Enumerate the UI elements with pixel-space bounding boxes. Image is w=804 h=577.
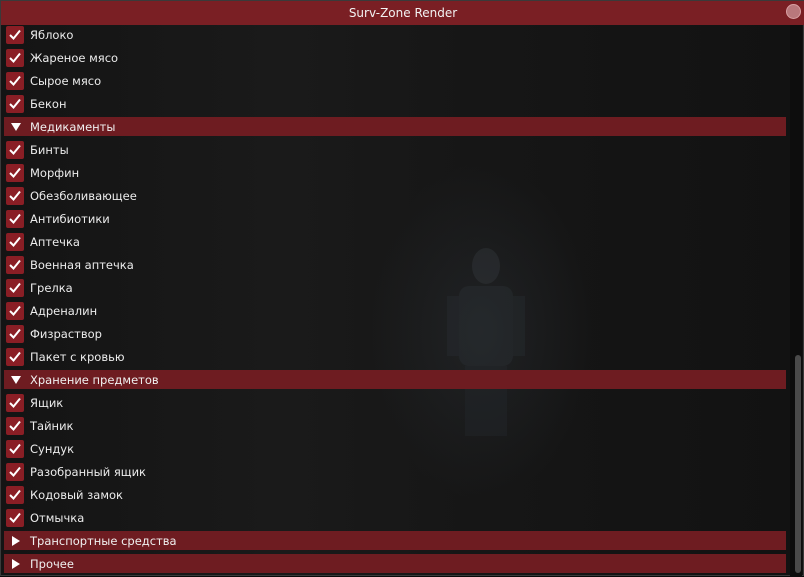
- collapsed-arrow-icon: [10, 535, 22, 547]
- section-header-other[interactable]: Прочее: [4, 554, 786, 573]
- section-label: Прочее: [30, 556, 74, 571]
- title-bar[interactable]: Surv-Zone Render: [1, 1, 804, 25]
- list-item[interactable]: Тайник: [6, 416, 73, 436]
- item-label: Военная аптечка: [30, 258, 134, 272]
- list-item[interactable]: Пакет с кровью: [6, 347, 125, 367]
- list-item[interactable]: Разобранный ящик: [6, 462, 146, 482]
- check-icon: [9, 443, 21, 454]
- list-item[interactable]: Грелка: [6, 278, 73, 298]
- list-item[interactable]: Обезболивающее: [6, 186, 137, 206]
- list-item[interactable]: Отмычка: [6, 508, 84, 528]
- item-label: Сундук: [30, 442, 75, 456]
- check-icon: [9, 466, 21, 477]
- checkbox[interactable]: [6, 509, 24, 527]
- check-icon: [9, 75, 21, 86]
- checkbox[interactable]: [6, 348, 24, 366]
- section-header-medicine[interactable]: Медикаменты: [4, 117, 786, 136]
- check-icon: [9, 282, 21, 293]
- list-item[interactable]: Ящик: [6, 393, 63, 413]
- list-item[interactable]: Военная аптечка: [6, 255, 134, 275]
- check-icon: [9, 236, 21, 247]
- item-label: Антибиотики: [30, 212, 110, 226]
- scrollbar[interactable]: [790, 25, 802, 577]
- check-icon: [9, 213, 21, 224]
- list-item[interactable]: Кодовый замок: [6, 485, 123, 505]
- item-label: Адреналин: [30, 304, 98, 318]
- expanded-arrow-icon: [10, 374, 22, 386]
- list-item[interactable]: Яблоко: [6, 25, 73, 45]
- item-label: Пакет с кровью: [30, 350, 125, 364]
- checkbox[interactable]: [6, 394, 24, 412]
- checkbox[interactable]: [6, 417, 24, 435]
- checkbox[interactable]: [6, 72, 24, 90]
- section-label: Медикаменты: [30, 119, 116, 134]
- close-button[interactable]: [786, 4, 801, 19]
- check-icon: [9, 420, 21, 431]
- check-icon: [9, 259, 21, 270]
- checkbox[interactable]: [6, 187, 24, 205]
- check-icon: [9, 167, 21, 178]
- checkbox[interactable]: [6, 26, 24, 44]
- check-icon: [9, 144, 21, 155]
- check-icon: [9, 190, 21, 201]
- checkbox[interactable]: [6, 440, 24, 458]
- check-icon: [9, 489, 21, 500]
- check-icon: [9, 52, 21, 63]
- checkbox[interactable]: [6, 256, 24, 274]
- checkbox[interactable]: [6, 49, 24, 67]
- check-icon: [9, 29, 21, 40]
- item-label: Бекон: [30, 97, 67, 111]
- item-label: Кодовый замок: [30, 488, 123, 502]
- scrollbar-thumb[interactable]: [795, 355, 801, 573]
- section-header-storage[interactable]: Хранение предметов: [4, 370, 786, 389]
- checkbox[interactable]: [6, 463, 24, 481]
- checkbox[interactable]: [6, 164, 24, 182]
- check-icon: [9, 98, 21, 109]
- checkbox[interactable]: [6, 279, 24, 297]
- item-label: Грелка: [30, 281, 73, 295]
- item-label: Тайник: [30, 419, 74, 433]
- item-label: Яблоко: [30, 28, 74, 42]
- settings-list: Яблоко Жареное мясо Сырое мясо Бекон Мед…: [1, 25, 791, 577]
- expanded-arrow-icon: [10, 121, 22, 133]
- list-item[interactable]: Сырое мясо: [6, 71, 101, 91]
- item-label: Аптечка: [30, 235, 80, 249]
- list-item[interactable]: Сундук: [6, 439, 74, 459]
- checkbox[interactable]: [6, 486, 24, 504]
- item-label: Отмычка: [30, 511, 85, 525]
- list-item[interactable]: Антибиотики: [6, 209, 110, 229]
- item-label: Физраствор: [30, 327, 102, 341]
- section-label: Транспортные средства: [30, 533, 177, 548]
- item-label: Обезболивающее: [30, 189, 137, 203]
- check-icon: [9, 512, 21, 523]
- checkbox[interactable]: [6, 302, 24, 320]
- window: Surv-Zone Render Яблоко Жареное мясо Сыр…: [0, 0, 804, 577]
- item-label: Ящик: [30, 396, 64, 410]
- checkbox[interactable]: [6, 210, 24, 228]
- section-header-vehicles[interactable]: Транспортные средства: [4, 531, 786, 550]
- list-item[interactable]: Аптечка: [6, 232, 80, 252]
- check-icon: [9, 397, 21, 408]
- window-title: Surv-Zone Render: [348, 6, 458, 20]
- list-item[interactable]: Бекон: [6, 94, 66, 114]
- list-item[interactable]: Адреналин: [6, 301, 97, 321]
- checkbox[interactable]: [6, 95, 24, 113]
- list-item[interactable]: Морфин: [6, 163, 79, 183]
- item-label: Сырое мясо: [30, 74, 102, 88]
- item-label: Бинты: [30, 143, 69, 157]
- collapsed-arrow-icon: [10, 558, 22, 570]
- list-item[interactable]: Бинты: [6, 140, 69, 160]
- check-icon: [9, 351, 21, 362]
- check-icon: [9, 328, 21, 339]
- checkbox[interactable]: [6, 233, 24, 251]
- checkbox[interactable]: [6, 141, 24, 159]
- check-icon: [9, 305, 21, 316]
- checkbox[interactable]: [6, 325, 24, 343]
- list-item[interactable]: Жареное мясо: [6, 48, 118, 68]
- item-label: Жареное мясо: [30, 51, 119, 65]
- item-label: Разобранный ящик: [30, 465, 146, 479]
- list-item[interactable]: Физраствор: [6, 324, 102, 344]
- section-label: Хранение предметов: [30, 372, 159, 387]
- item-label: Морфин: [30, 166, 80, 180]
